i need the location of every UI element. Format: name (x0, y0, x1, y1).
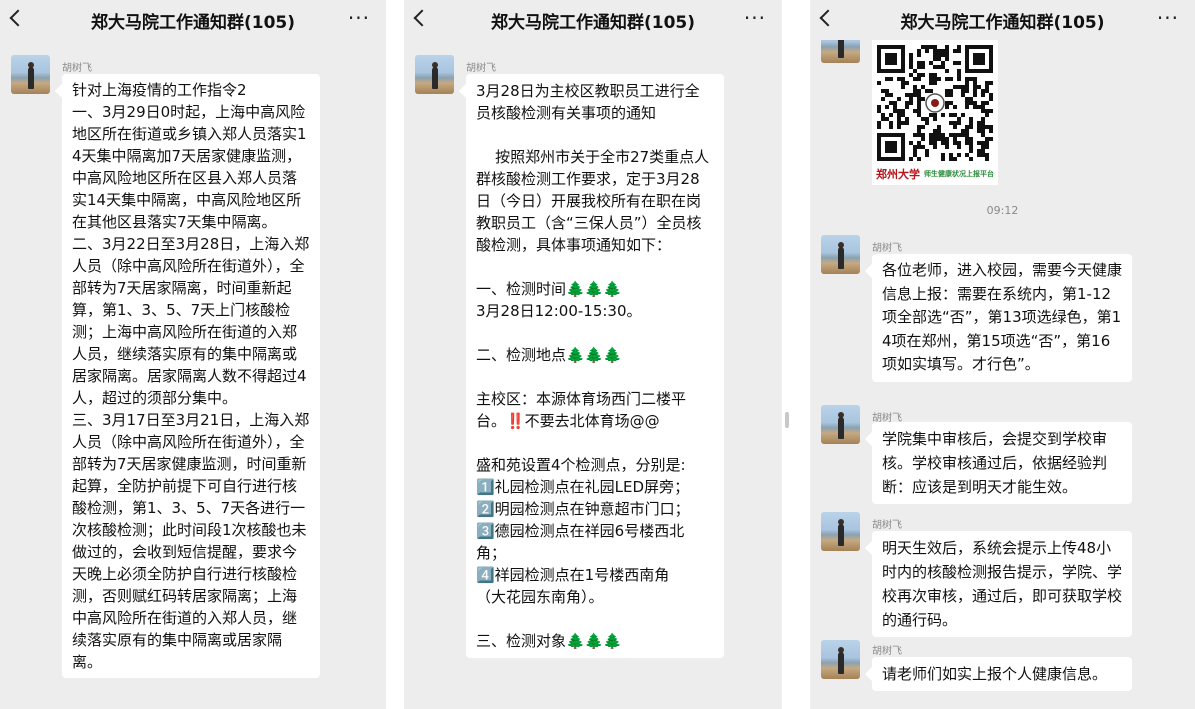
qr-subtitle: 师生健康状况上报平台 (924, 170, 994, 178)
back-chevron-icon[interactable] (819, 9, 837, 27)
sender-name: 胡树飞 (872, 243, 902, 254)
chat-title: 郑大马院工作通知群(105) (900, 12, 1105, 33)
chat-screen-2: 郑大马院工作通知群(105) ··· 胡树飞 3月28日为主校区教职员工进行全员… (404, 0, 782, 709)
qr-logo-text: 郑州大学 (876, 168, 920, 181)
sender-name: 胡树飞 (872, 646, 902, 657)
avatar[interactable] (821, 235, 860, 274)
scroll-indicator[interactable] (785, 412, 789, 428)
avatar[interactable] (415, 55, 454, 94)
chat-title: 郑大马院工作通知群(105) (490, 12, 696, 33)
more-dots-icon[interactable]: ··· (744, 8, 766, 28)
qr-code-image[interactable]: 郑州大学 师生健康状况上报平台 (872, 40, 998, 185)
avatar[interactable] (11, 55, 50, 94)
sender-name: 胡树飞 (872, 520, 902, 531)
avatar[interactable] (821, 405, 860, 444)
more-dots-icon[interactable]: ··· (1157, 8, 1179, 28)
back-chevron-icon[interactable] (9, 9, 27, 27)
timestamp: 09:12 (986, 204, 1019, 217)
sender-name: 胡树飞 (466, 63, 496, 74)
qr-caption: 郑州大学 师生健康状况上报平台 (872, 166, 998, 182)
chat-screen-3: 郑大马院工作通知群(105) ··· 郑州大学 师生健康状况上报平台 09:12… (810, 0, 1195, 709)
message-bubble[interactable]: 请老师们如实上报个人健康信息。 (872, 657, 1132, 691)
chat-screen-1: 郑大马院工作通知群(105) ··· 胡树飞 针对上海疫情的工作指令2 一、3月… (0, 0, 386, 709)
more-dots-icon[interactable]: ··· (348, 8, 370, 28)
message-bubble[interactable]: 各位老师，进入校园，需要今天健康信息上报：需要在系统内，第1-12项全部选“否”… (872, 254, 1132, 382)
message-bubble[interactable]: 3月28日为主校区教职员工进行全员核酸检测有关事项的通知 按照郑州市关于全市27… (466, 74, 724, 658)
back-chevron-icon[interactable] (413, 9, 431, 27)
message-bubble[interactable]: 明天生效后，系统会提示上传48小时内的核酸检测报告提示，学院、学校再次审核，通过… (872, 531, 1132, 637)
nav-bar: 郑大马院工作通知群(105) ··· (404, 0, 782, 40)
nav-bar: 郑大马院工作通知群(105) ··· (0, 0, 386, 40)
message-bubble[interactable]: 学院集中审核后，会提交到学校审核。学校审核通过后，依据经验判断：应该是到明天才能… (872, 422, 1132, 504)
chat-title: 郑大马院工作通知群(105) (90, 12, 296, 33)
avatar[interactable] (821, 512, 860, 551)
avatar[interactable] (821, 640, 860, 679)
message-bubble[interactable]: 针对上海疫情的工作指令2 一、3月29日0时起，上海中高风险地区所在街道或乡镇入… (62, 74, 320, 678)
sender-name: 胡树飞 (62, 63, 92, 74)
qr-code-pattern (877, 45, 993, 161)
nav-bar: 郑大马院工作通知群(105) ··· (810, 0, 1195, 40)
